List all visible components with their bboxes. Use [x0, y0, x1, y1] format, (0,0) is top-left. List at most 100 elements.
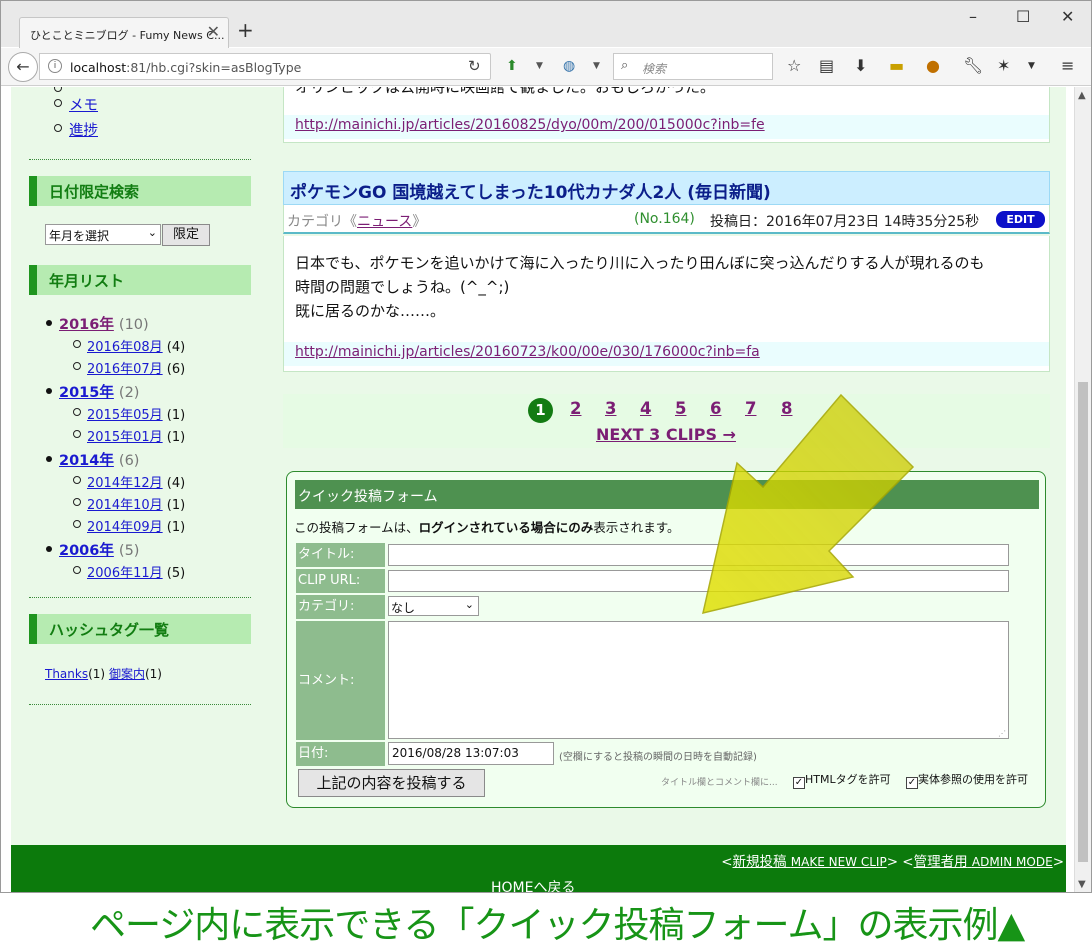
month-count: (6): [166, 362, 186, 377]
menu-hamburger-icon[interactable]: ≡: [1061, 56, 1074, 75]
admin-link[interactable]: 管理者用 ADMIN MODE: [914, 854, 1053, 870]
hashtag-link[interactable]: 御案内: [109, 667, 145, 681]
tab-close-icon[interactable]: ✕: [207, 22, 220, 41]
note-part: 表示されます。: [593, 520, 680, 535]
checkbox-checked-icon[interactable]: ✓: [906, 777, 918, 789]
navigation-toolbar: ← i localhost:81/hb.cgi?skin=asBlogType …: [1, 48, 1091, 86]
comment-textarea[interactable]: ⋰: [388, 621, 1009, 739]
category-select-value: なし: [391, 601, 416, 615]
info-icon[interactable]: i: [48, 59, 62, 73]
dropdown-chevron-icon[interactable]: ▼: [593, 61, 600, 71]
title-label: タイトル:: [296, 543, 385, 567]
year-link[interactable]: 2006年: [59, 543, 114, 559]
url-text: localhost:81/hb.cgi?skin=asBlogType: [70, 60, 301, 75]
dropdown-chevron-icon[interactable]: ▼: [1028, 61, 1035, 71]
bullet-icon: [73, 408, 81, 416]
category-link-progress[interactable]: 進捗: [69, 119, 98, 140]
date-input[interactable]: 2016/08/28 13:07:03: [388, 742, 554, 765]
minimize-button[interactable]: –: [969, 7, 977, 26]
edit-button[interactable]: EDIT: [996, 211, 1045, 228]
new-post-link[interactable]: 新規投稿 MAKE NEW CLIP: [733, 854, 887, 870]
month-item: 2015年01月 (1): [87, 426, 185, 445]
category-select[interactable]: なし ⌄: [388, 596, 479, 616]
scroll-thumb[interactable]: [1078, 382, 1088, 862]
ruler-addon-icon[interactable]: ▬: [889, 56, 904, 75]
home-link[interactable]: HOMEへ戻る: [491, 877, 575, 892]
vertical-scrollbar[interactable]: ▲ ▼: [1074, 87, 1091, 892]
bookmark-star-icon[interactable]: ☆: [787, 56, 801, 75]
scroll-up-icon[interactable]: ▲: [1078, 90, 1086, 101]
month-link[interactable]: 2006年11月: [87, 566, 163, 581]
addon-green-icon[interactable]: ⬆: [506, 58, 518, 74]
category-link-memo[interactable]: メモ: [69, 94, 98, 115]
download-icon[interactable]: ⬇: [854, 56, 867, 75]
month-link[interactable]: 2014年12月: [87, 476, 163, 491]
sidebar: メモ 進捗 日付限定検索 年月を選択 ⌄ 限定 年月リスト 2016年 (10) …: [29, 87, 251, 845]
entity-option[interactable]: ✓ 実体参照の使用を許可: [906, 771, 1028, 789]
submit-post-button[interactable]: 上記の内容を投稿する: [298, 769, 485, 797]
year-count: (10): [118, 317, 149, 333]
page-link[interactable]: 4: [640, 399, 651, 418]
ninja-addon-icon[interactable]: ✶: [997, 56, 1010, 75]
dropdown-chevron-icon[interactable]: ▼: [536, 61, 543, 71]
date-search-heading: 日付限定検索: [29, 176, 251, 206]
back-button[interactable]: ←: [8, 52, 38, 82]
category-link[interactable]: ニュース: [357, 214, 412, 230]
entity-option-label: 実体参照の使用を許可: [918, 773, 1028, 786]
hashtag-count: (1): [88, 667, 106, 681]
hashtag-link[interactable]: Thanks: [45, 667, 88, 681]
back-arrow-icon: ←: [16, 57, 30, 76]
reading-list-icon[interactable]: ▤: [819, 56, 834, 75]
bullet-icon: [73, 520, 81, 528]
year-link[interactable]: 2016年: [59, 317, 114, 333]
chevron-down-icon: ⌄: [464, 598, 474, 611]
month-link[interactable]: 2014年10月: [87, 498, 163, 513]
comment-label: コメント:: [296, 621, 385, 740]
html-option[interactable]: ✓ HTMLタグを許可: [793, 771, 891, 789]
addon-globe-icon[interactable]: ◍: [563, 58, 575, 74]
month-item: 2006年11月 (5): [87, 562, 185, 581]
article-link[interactable]: http://mainichi.jp/articles/20160825/dyo…: [295, 117, 765, 133]
hashtag-count: (1): [144, 667, 162, 681]
search-input[interactable]: ⌕ 検索: [613, 53, 773, 80]
reload-icon[interactable]: ↻: [468, 57, 481, 75]
close-window-button[interactable]: ✕: [1061, 7, 1074, 26]
current-page: 1: [528, 398, 553, 423]
month-link[interactable]: 2015年01月: [87, 430, 163, 445]
addon-badge-icon[interactable]: ●: [926, 56, 940, 75]
page-link[interactable]: 5: [675, 399, 686, 418]
article-link[interactable]: http://mainichi.jp/articles/20160723/k00…: [295, 344, 760, 360]
wrench-icon[interactable]: 🔧︎: [963, 56, 983, 75]
month-link[interactable]: 2016年08月: [87, 340, 163, 355]
page-link[interactable]: 3: [605, 399, 616, 418]
new-tab-button[interactable]: +: [237, 18, 254, 42]
month-select[interactable]: 年月を選択 ⌄: [45, 224, 161, 245]
bullet-icon: [54, 87, 62, 92]
bullet-icon: [73, 340, 81, 348]
scroll-down-icon[interactable]: ▼: [1078, 879, 1086, 890]
address-bar[interactable]: i localhost:81/hb.cgi?skin=asBlogType ↻: [39, 53, 491, 80]
month-link[interactable]: 2016年07月: [87, 362, 163, 377]
figure-caption: ページ内に表示できる「クイック投稿フォーム」の表示例▲: [90, 905, 1025, 946]
divider: [29, 704, 251, 705]
post-date: 投稿日：2016年07月23日 14時35分25秒: [710, 214, 980, 230]
year-link[interactable]: 2014年: [59, 453, 114, 469]
resize-handle-icon[interactable]: ⋰: [998, 729, 1006, 738]
divider: [29, 597, 251, 598]
year-link[interactable]: 2015年: [59, 385, 114, 401]
page-link[interactable]: 2: [570, 399, 581, 418]
article-title: ポケモンGO 国境越えてしまった10代カナダ人2人 (毎日新聞): [283, 171, 1050, 205]
page-footer: <新規投稿 MAKE NEW CLIP> <管理者用 ADMIN MODE> H…: [11, 845, 1066, 892]
limit-button[interactable]: 限定: [162, 224, 210, 246]
checkbox-checked-icon[interactable]: ✓: [793, 777, 805, 789]
year-item-2015: 2015年 (2): [59, 381, 139, 402]
month-list-heading: 年月リスト: [29, 265, 251, 295]
month-count: (1): [166, 498, 186, 513]
month-link[interactable]: 2014年09月: [87, 520, 163, 535]
url-path: :81/hb.cgi?skin=asBlogType: [126, 60, 302, 75]
month-link[interactable]: 2015年05月: [87, 408, 163, 423]
note-emphasis: ログインされている場合にのみ: [418, 520, 594, 535]
browser-tab[interactable]: ひとことミニブログ - Fumy News C... ✕: [19, 17, 229, 48]
year-item-2014: 2014年 (6): [59, 449, 139, 470]
maximize-button[interactable]: ☐: [1016, 7, 1030, 26]
